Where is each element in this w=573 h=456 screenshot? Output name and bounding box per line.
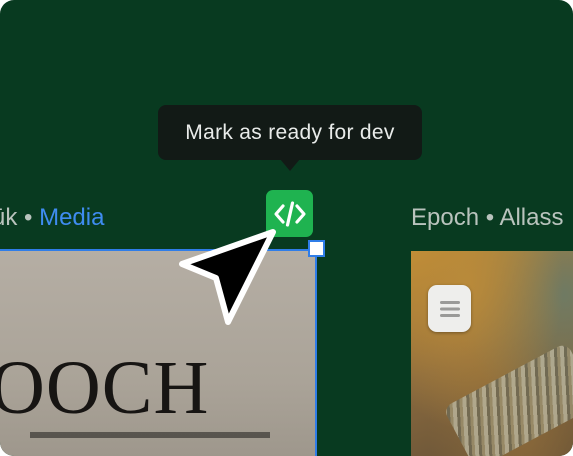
mouse-pointer-icon — [179, 229, 276, 325]
poster-second-line — [30, 432, 270, 456]
brush-artwork — [442, 342, 573, 456]
code-icon — [273, 200, 306, 227]
document-icon[interactable] — [428, 285, 471, 332]
frame-label-left[interactable]: ūk • Media — [0, 204, 104, 232]
frame-label-left-accent: Media — [39, 204, 105, 231]
frame-label-right[interactable]: Epoch • Allass — [411, 204, 563, 232]
tooltip-arrow — [280, 159, 300, 171]
resize-handle[interactable] — [308, 240, 325, 257]
frame-label-left-prefix: ūk • — [0, 204, 33, 231]
ready-for-dev-tooltip: Mark as ready for dev — [158, 105, 422, 160]
poster-text: OOCH — [0, 346, 210, 430]
frame-right-image[interactable] — [411, 251, 573, 456]
design-canvas[interactable]: ūk • Media Epoch • Allass OOCH Mark as r… — [0, 0, 573, 456]
